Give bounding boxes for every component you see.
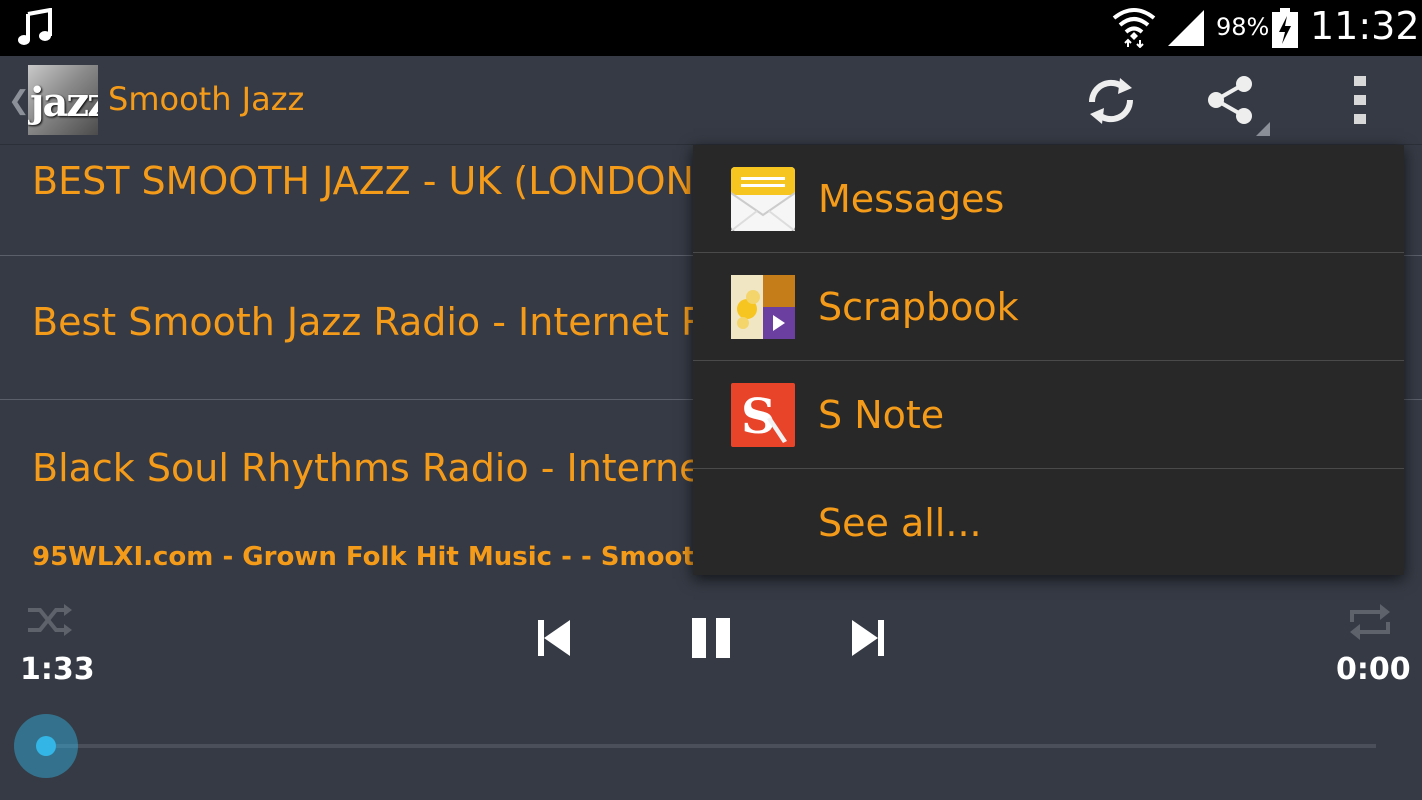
previous-icon[interactable] — [532, 616, 576, 660]
status-bar: 98% 11:32 — [0, 0, 1422, 56]
share-icon[interactable] — [1204, 74, 1270, 136]
station-logo[interactable]: jazz — [28, 65, 98, 135]
share-menu-label: Scrapbook — [818, 285, 1019, 329]
wifi-icon — [1112, 8, 1156, 48]
svg-text:S: S — [741, 389, 776, 445]
share-menu-label: Messages — [818, 177, 1005, 221]
seek-bar-thumb[interactable] — [14, 714, 78, 778]
signal-icon — [1168, 10, 1204, 46]
elapsed-time: 1:33 — [20, 652, 95, 687]
refresh-icon[interactable] — [1084, 74, 1138, 128]
page-title: Smooth Jazz — [108, 80, 305, 118]
seek-thumb-dot — [36, 736, 56, 756]
now-playing-text: 95WLXI.com - Grown Folk Hit Music - - Sm… — [32, 542, 780, 572]
share-menu-item-messages[interactable]: Messages — [693, 145, 1404, 253]
station-label: BEST SMOOTH JAZZ - UK (LONDON) — [32, 159, 709, 203]
share-popup-menu: Messages Scrapbook S S Note See all... — [693, 145, 1404, 575]
music-note-icon — [18, 8, 52, 45]
share-menu-item-s-note[interactable]: S S Note — [693, 361, 1404, 469]
repeat-icon[interactable] — [1348, 602, 1392, 642]
clock: 11:32 — [1310, 4, 1420, 48]
share-menu-item-see-all[interactable]: See all... — [693, 469, 1404, 575]
share-menu-label: S Note — [818, 393, 945, 437]
scrapbook-icon — [731, 275, 795, 339]
back-chevron-icon[interactable]: ❮ — [8, 86, 30, 116]
battery-charging-icon — [1272, 8, 1298, 48]
station-label: Best Smooth Jazz Radio - Internet Radio — [32, 300, 788, 344]
pause-icon[interactable] — [688, 616, 734, 660]
share-menu-item-scrapbook[interactable]: Scrapbook — [693, 253, 1404, 361]
logo-text: jazz — [30, 79, 98, 126]
seek-bar-track[interactable] — [46, 744, 1376, 748]
action-bar: ❮ jazz Smooth Jazz — [0, 56, 1422, 145]
battery-percent: 98% — [1216, 13, 1270, 41]
next-icon[interactable] — [846, 616, 890, 660]
total-time: 0:00 — [1336, 652, 1411, 687]
messages-icon — [731, 167, 795, 231]
overflow-menu-icon[interactable] — [1340, 74, 1380, 128]
share-menu-label: See all... — [818, 501, 982, 545]
s-note-icon: S — [731, 383, 795, 447]
shuffle-icon[interactable] — [26, 602, 74, 638]
